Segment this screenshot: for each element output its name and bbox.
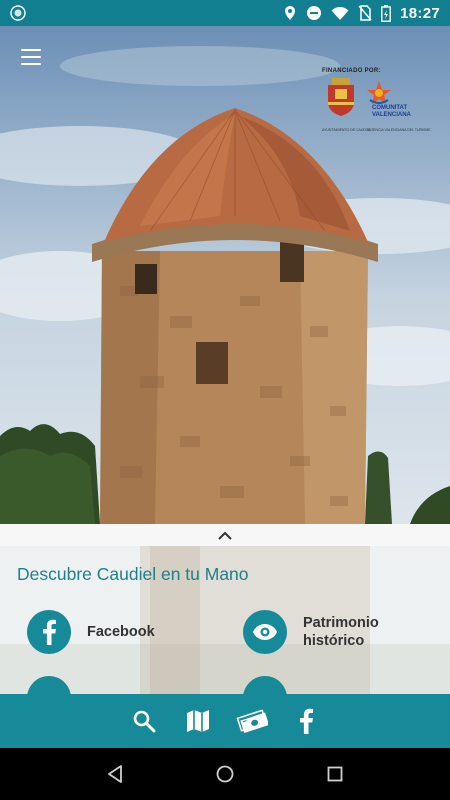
back-icon[interactable] bbox=[95, 754, 135, 794]
sheet-title: Descubre Caudiel en tu Mano bbox=[17, 564, 249, 584]
tile-facebook-label: Facebook bbox=[87, 624, 155, 640]
bottom-nav bbox=[0, 694, 450, 748]
no-sim-icon bbox=[358, 5, 372, 21]
chevron-up-icon bbox=[218, 531, 232, 540]
sponsor-title: FINANCIADO POR: bbox=[322, 68, 381, 74]
hero-image: FINANCIADO POR: COMUNITAT VALENCIANA AYU… bbox=[0, 26, 450, 524]
bottom-sheet: Descubre Caudiel en tu Mano Facebook Pat… bbox=[0, 524, 450, 694]
facebook-icon bbox=[27, 610, 71, 654]
sponsor-logos: FINANCIADO POR: COMUNITAT VALENCIANA AYU… bbox=[322, 68, 431, 132]
clock: 18:27 bbox=[400, 4, 440, 22]
do-not-disturb-icon bbox=[306, 5, 322, 21]
tile-patrimonio-historico[interactable]: Patrimonio histórico bbox=[243, 610, 379, 654]
wifi-icon bbox=[331, 6, 349, 21]
home-icon[interactable] bbox=[205, 754, 245, 794]
status-bar: 18:27 bbox=[0, 0, 450, 26]
sheet-expand-handle[interactable] bbox=[0, 524, 450, 546]
eye-icon bbox=[243, 610, 287, 654]
search-icon[interactable] bbox=[128, 705, 160, 737]
app-notification-icon bbox=[10, 5, 26, 21]
background-image-faded bbox=[0, 544, 450, 694]
system-nav-bar bbox=[0, 748, 450, 800]
tile-facebook[interactable]: Facebook bbox=[27, 610, 155, 654]
battery-charging-icon bbox=[381, 4, 392, 22]
comunitat-valenciana-logo: COMUNITAT VALENCIANA bbox=[366, 80, 416, 124]
money-icon[interactable] bbox=[236, 705, 268, 737]
location-icon bbox=[283, 5, 297, 21]
hamburger-menu-icon[interactable] bbox=[18, 46, 44, 68]
town-shield-logo bbox=[328, 78, 354, 116]
facebook-icon[interactable] bbox=[290, 705, 322, 737]
map-icon[interactable] bbox=[182, 705, 214, 737]
tile-patrimonio-label: Patrimonio histórico bbox=[303, 615, 379, 649]
recents-icon[interactable] bbox=[315, 754, 355, 794]
